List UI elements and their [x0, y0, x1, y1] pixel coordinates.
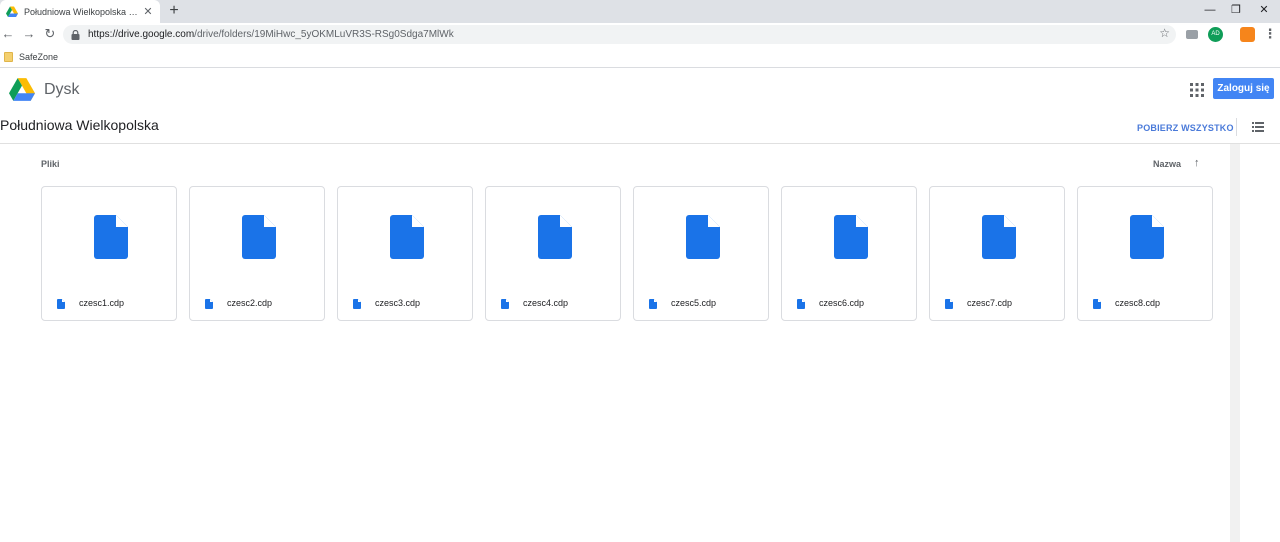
file-type-icon: [57, 299, 65, 309]
folder-bar: Południowa Wielkopolska POBIERZ WSZYSTKO: [0, 113, 1280, 144]
drive-brand[interactable]: Dysk: [44, 81, 80, 99]
document-icon: [242, 215, 276, 259]
back-icon[interactable]: ←: [0, 26, 16, 42]
file-grid: czesc1.cdp czesc2.cdp czesc3.cdp czesc4.cdp…: [41, 186, 1213, 321]
address-bar[interactable]: https://drive.google.com/drive/folders/1…: [63, 25, 1176, 44]
file-type-icon: [501, 299, 509, 309]
document-icon: [982, 215, 1016, 259]
file-card[interactable]: czesc6.cdp: [781, 186, 917, 321]
file-name: czesc6.cdp: [819, 298, 865, 308]
window-close-icon[interactable]: ✕: [1254, 2, 1274, 18]
tab-close-icon[interactable]: ✕: [142, 6, 154, 18]
file-type-icon: [649, 299, 657, 309]
bookmark-safezone[interactable]: SafeZone: [19, 52, 58, 62]
file-area: Pliki Nazwa ↑ czesc1.cdp czesc2.cdp czesc3…: [0, 144, 1230, 542]
file-card[interactable]: czesc5.cdp: [633, 186, 769, 321]
new-tab-button[interactable]: +: [166, 3, 182, 19]
account-avatar-icon[interactable]: AD: [1208, 27, 1223, 42]
file-name: czesc8.cdp: [1115, 298, 1161, 308]
file-type-icon: [353, 299, 361, 309]
bookmark-star-icon[interactable]: ☆: [1159, 26, 1170, 40]
document-icon: [686, 215, 720, 259]
scrollbar[interactable]: [1230, 144, 1240, 542]
file-name: czesc1.cdp: [79, 298, 125, 308]
file-card[interactable]: czesc4.cdp: [485, 186, 621, 321]
apps-grid-icon[interactable]: [1190, 83, 1204, 97]
file-card[interactable]: czesc2.cdp: [189, 186, 325, 321]
lock-icon: [71, 29, 80, 40]
minimize-icon[interactable]: —: [1200, 2, 1220, 18]
file-name: czesc2.cdp: [227, 298, 273, 308]
file-type-icon: [797, 299, 805, 309]
document-icon: [94, 215, 128, 259]
bookmarks-bar: SafeZone: [0, 46, 1280, 68]
file-card[interactable]: czesc7.cdp: [929, 186, 1065, 321]
file-type-icon: [205, 299, 213, 309]
file-name: czesc4.cdp: [523, 298, 569, 308]
url-path: /drive/folders/19MiHwc_5yOKMLuVR3S-RSg0S…: [194, 29, 454, 40]
browser-menu-icon[interactable]: ⋮: [1262, 26, 1278, 42]
bookmark-folder-icon: [4, 51, 13, 62]
document-icon: [1130, 215, 1164, 259]
forward-icon[interactable]: →: [21, 26, 37, 42]
download-all-button[interactable]: POBIERZ WSZYSTKO: [1137, 123, 1234, 133]
restore-icon[interactable]: ❐: [1226, 2, 1246, 18]
fox-extension-icon[interactable]: [1240, 27, 1255, 42]
file-name: czesc3.cdp: [375, 298, 421, 308]
page-title: Południowa Wielkopolska: [0, 117, 159, 133]
tab-drive[interactable]: Południowa Wielkopolska – Dysk Google ✕: [0, 0, 160, 23]
drive-logo-icon[interactable]: [9, 78, 35, 102]
tab-strip: Południowa Wielkopolska – Dysk Google ✕ …: [0, 0, 1280, 23]
list-view-icon[interactable]: [1252, 122, 1264, 132]
reload-icon[interactable]: ↻: [42, 26, 58, 42]
section-label: Pliki: [41, 159, 60, 169]
document-icon: [834, 215, 868, 259]
document-icon: [390, 215, 424, 259]
login-button[interactable]: Zaloguj się: [1213, 78, 1274, 99]
url-host: https://drive.google.com: [88, 29, 195, 40]
sort-direction-icon[interactable]: ↑: [1194, 157, 1200, 169]
tab-title: Południowa Wielkopolska – Dysk Google: [24, 6, 138, 17]
document-icon: [538, 215, 572, 259]
file-name: czesc5.cdp: [671, 298, 717, 308]
browser-toolbar: ← → ↻ https://drive.google.com/drive/fol…: [0, 23, 1280, 46]
file-card[interactable]: czesc1.cdp: [41, 186, 177, 321]
camera-extension-icon[interactable]: [1186, 30, 1198, 39]
drive-favicon-icon: [6, 6, 18, 17]
drive-header: Dysk Zaloguj się: [0, 69, 1280, 113]
file-card[interactable]: czesc3.cdp: [337, 186, 473, 321]
sort-by-name-button[interactable]: Nazwa: [1153, 159, 1181, 169]
divider: [1236, 118, 1237, 136]
file-card[interactable]: czesc8.cdp: [1077, 186, 1213, 321]
file-type-icon: [945, 299, 953, 309]
file-name: czesc7.cdp: [967, 298, 1013, 308]
file-type-icon: [1093, 299, 1101, 309]
